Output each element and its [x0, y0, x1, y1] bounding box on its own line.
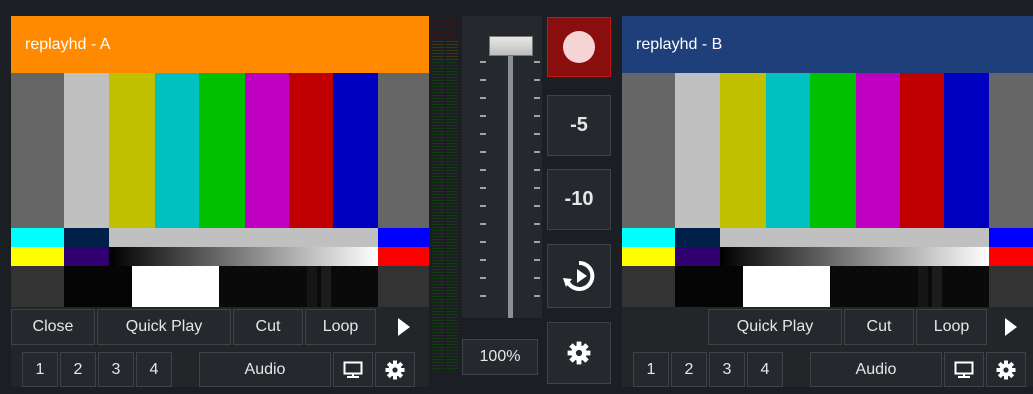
- channel-3-button[interactable]: 3: [709, 352, 745, 387]
- skip-back-5-button[interactable]: -5: [547, 95, 611, 156]
- monitor-icon: [343, 361, 363, 379]
- loop-label: Loop: [933, 318, 970, 335]
- audio-level-meter-right: [446, 17, 458, 370]
- quick-play-button[interactable]: Quick Play: [97, 309, 231, 345]
- record-button[interactable]: [547, 17, 611, 77]
- audio-button[interactable]: Audio: [199, 352, 331, 387]
- cut-label: Cut: [866, 318, 892, 335]
- channel-4-label: 4: [149, 360, 159, 378]
- deck-b-preview[interactable]: [622, 73, 1033, 307]
- gear-icon: [996, 360, 1016, 380]
- record-icon: [562, 30, 596, 64]
- deck-b-color-bars: [622, 73, 1033, 228]
- quick-play-label: Quick Play: [125, 318, 203, 335]
- quick-play-label: Quick Play: [736, 318, 814, 335]
- channel-4-button[interactable]: 4: [136, 352, 172, 387]
- replay-button[interactable]: [547, 244, 611, 308]
- channel-2-button[interactable]: 2: [60, 352, 96, 387]
- channel-4-label: 4: [760, 360, 770, 378]
- channel-2-button[interactable]: 2: [671, 352, 707, 387]
- channel-4-button[interactable]: 4: [747, 352, 783, 387]
- loop-label: Loop: [322, 318, 359, 335]
- audio-label: Audio: [244, 360, 286, 378]
- play-button[interactable]: [989, 309, 1033, 345]
- deck-a: replayhd - A Close Quick Play Cut Loop 1…: [11, 16, 429, 387]
- deck-a-settings-button[interactable]: [375, 352, 415, 387]
- deck-b-title-bar[interactable]: replayhd - B: [622, 16, 1033, 73]
- skip-back-5-label: -5: [570, 114, 588, 136]
- speed-value: 100%: [479, 348, 521, 365]
- audio-level-meter-left: [432, 17, 444, 370]
- deck-a-color-bars: [11, 73, 429, 228]
- cut-label: Cut: [255, 318, 281, 335]
- output-monitor-button[interactable]: [333, 352, 373, 387]
- crossfader-panel: [462, 16, 542, 318]
- deck-a-preview[interactable]: [11, 73, 429, 307]
- channel-3-label: 3: [722, 360, 732, 378]
- loop-button[interactable]: Loop: [305, 309, 376, 345]
- channel-2-label: 2: [73, 360, 83, 378]
- close-label: Close: [32, 318, 74, 335]
- channel-1-button[interactable]: 1: [633, 352, 669, 387]
- deck-a-title: replayhd - A: [25, 36, 111, 53]
- fader-track[interactable]: [508, 46, 513, 318]
- replay-icon: [561, 258, 597, 294]
- quick-play-button[interactable]: Quick Play: [708, 309, 842, 345]
- cut-button[interactable]: Cut: [233, 309, 303, 345]
- gear-icon: [385, 360, 405, 380]
- audio-label: Audio: [855, 360, 897, 378]
- skip-back-10-label: -10: [564, 188, 594, 210]
- cut-button[interactable]: Cut: [844, 309, 914, 345]
- deck-a-title-bar[interactable]: replayhd - A: [11, 16, 429, 73]
- channel-1-label: 1: [35, 360, 45, 378]
- deck-b: replayhd - B Quick Play Cut Loop 1 2 3 4…: [622, 16, 1033, 387]
- skip-back-10-button[interactable]: -10: [547, 169, 611, 230]
- output-monitor-button[interactable]: [944, 352, 984, 387]
- channel-3-label: 3: [111, 360, 121, 378]
- play-icon: [397, 317, 411, 337]
- play-button[interactable]: [378, 309, 429, 345]
- channel-1-button[interactable]: 1: [22, 352, 58, 387]
- close-button[interactable]: Close: [11, 309, 95, 345]
- channel-2-label: 2: [684, 360, 694, 378]
- audio-button[interactable]: Audio: [810, 352, 942, 387]
- channel-1-label: 1: [646, 360, 656, 378]
- monitor-icon: [954, 361, 974, 379]
- deck-b-title: replayhd - B: [636, 36, 723, 53]
- center-settings-button[interactable]: [547, 322, 611, 384]
- fader-handle[interactable]: [489, 36, 533, 56]
- channel-3-button[interactable]: 3: [98, 352, 134, 387]
- play-icon: [1004, 317, 1018, 337]
- deck-b-settings-button[interactable]: [986, 352, 1026, 387]
- speed-button[interactable]: 100%: [462, 339, 538, 375]
- loop-button[interactable]: Loop: [916, 309, 987, 345]
- gear-icon: [567, 341, 591, 365]
